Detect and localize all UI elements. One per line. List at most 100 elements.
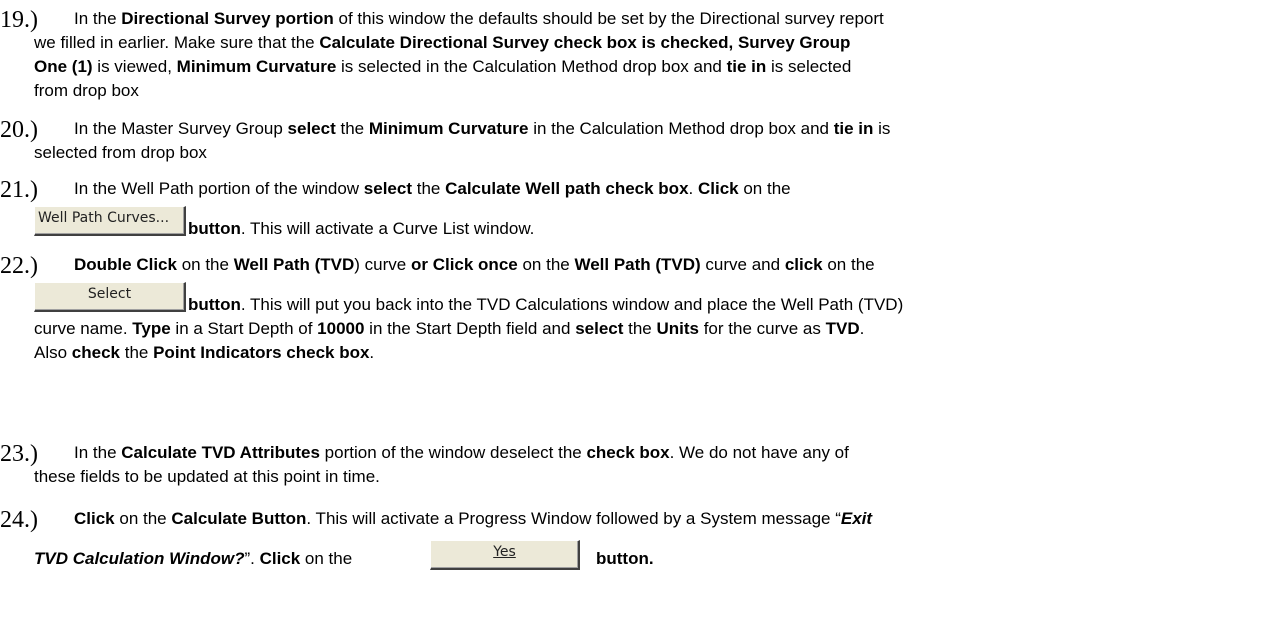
step-line: we filled in earlier. Make sure that the… — [34, 32, 850, 54]
emphasis-text: Calculate TVD Attributes — [121, 443, 320, 462]
body-text: . This will put you back into the TVD Ca… — [240, 295, 904, 314]
body-text: In the Well Path portion of the window — [74, 179, 364, 198]
emphasis-text: Double Click — [74, 255, 177, 274]
emphasis-text: tie in — [833, 119, 874, 138]
emphasis-text: button — [188, 295, 241, 314]
body-text: . This will activate a Curve List window… — [240, 219, 535, 238]
body-text: . — [369, 343, 375, 362]
body-text: In the — [74, 9, 122, 28]
step-line: these fields to be updated at this point… — [34, 466, 380, 488]
emphasis-text: Units — [656, 319, 699, 338]
emphasis-text: select — [363, 179, 412, 198]
body-text: on the — [517, 255, 575, 274]
emphasis-text: check box — [586, 443, 670, 462]
body-text: selected from drop box — [34, 143, 207, 162]
step-number: 21.) — [0, 177, 38, 203]
body-text: Also — [34, 343, 72, 362]
yes-button-label: Yes — [493, 544, 516, 560]
step-number: 19.) — [0, 7, 38, 33]
body-text: on the — [822, 255, 875, 274]
emphasis-text: button — [188, 219, 241, 238]
emphasis-text: Click — [74, 509, 115, 528]
body-text: . — [688, 179, 698, 198]
body-text: the — [335, 119, 369, 138]
body-text: is selected in the Calculation Method dr… — [336, 57, 727, 76]
emphasis-text: check — [71, 343, 120, 362]
emphasis-text: Well Path (TVD — [233, 255, 355, 274]
body-text: ”. — [244, 549, 260, 568]
body-text: ) curve — [354, 255, 411, 274]
body-text: in the Start Depth field and — [364, 319, 576, 338]
body-text: we filled in earlier. Make sure that the — [34, 33, 320, 52]
body-text: these fields to be updated at this point… — [34, 467, 380, 486]
step-line: button. — [596, 548, 654, 570]
body-text: on the — [300, 549, 353, 568]
emphasis-text: button. — [596, 549, 654, 568]
step-line: In the Well Path portion of the window s… — [74, 178, 791, 200]
emphasis-text: Click — [259, 549, 301, 568]
body-text: is selected — [766, 57, 852, 76]
step-line: In the Master Survey Group select the Mi… — [74, 118, 890, 140]
emphasis-text: Click — [697, 179, 739, 198]
body-text: in a Start Depth of — [170, 319, 318, 338]
body-text: from drop box — [34, 81, 139, 100]
emphasis-text: Type — [132, 319, 171, 338]
emphasis-text: click — [784, 255, 823, 274]
body-text: on the — [114, 509, 172, 528]
step-line: In the Calculate TVD Attributes portion … — [74, 442, 849, 464]
yes-button[interactable]: Yes — [430, 540, 580, 570]
body-text: . This will activate a Progress Window f… — [306, 509, 841, 528]
step-line: from drop box — [34, 80, 139, 102]
emphasis-text: tie in — [726, 57, 767, 76]
body-text: In the — [74, 443, 122, 462]
emphasis-text: Calculate Button — [171, 509, 307, 528]
body-text: is viewed, — [92, 57, 177, 76]
step-line: One (1) is viewed, Minimum Curvature is … — [34, 56, 851, 78]
emphasis-text: Calculate Directional Survey check box i… — [319, 33, 851, 52]
emphasis-text: Well Path (TVD) — [574, 255, 701, 274]
emphasis-text: or Click once — [410, 255, 518, 274]
step-line: button. This will activate a Curve List … — [188, 218, 534, 240]
emphasis-text: Exit — [840, 509, 873, 528]
emphasis-text: One (1) — [34, 57, 93, 76]
emphasis-text: TVD Calculation Window? — [34, 549, 245, 568]
step-number: 24.) — [0, 507, 38, 533]
step-line: curve name. Type in a Start Depth of 100… — [34, 318, 864, 340]
emphasis-text: TVD — [825, 319, 860, 338]
emphasis-text: Minimum Curvature — [368, 119, 529, 138]
step-line: Click on the Calculate Button. This will… — [74, 508, 872, 530]
emphasis-text: Minimum Curvature — [176, 57, 337, 76]
step-line: TVD Calculation Window?”. Click on the — [34, 548, 352, 570]
body-text: . We do not have any of — [669, 443, 849, 462]
step-number: 20.) — [0, 117, 38, 143]
emphasis-text: 10000 — [317, 319, 365, 338]
well-path-curves-button[interactable]: Well Path Curves... — [34, 206, 186, 236]
step-line: selected from drop box — [34, 142, 207, 164]
body-text: on the — [176, 255, 234, 274]
body-text: the — [412, 179, 446, 198]
step-line: In the Directional Survey portion of thi… — [74, 8, 884, 30]
emphasis-text: Calculate Well path check box — [445, 179, 689, 198]
body-text: . — [859, 319, 865, 338]
step-line: Also check the Point Indicators check bo… — [34, 342, 374, 364]
step-line: Double Click on the Well Path (TVD) curv… — [74, 254, 875, 276]
body-text: curve name. — [34, 319, 133, 338]
body-text: portion of the window deselect the — [319, 443, 587, 462]
emphasis-text: Directional Survey portion — [121, 9, 334, 28]
step-number: 22.) — [0, 253, 38, 279]
emphasis-text: select — [287, 119, 336, 138]
body-text: is — [873, 119, 891, 138]
body-text: the — [623, 319, 657, 338]
step-number: 23.) — [0, 441, 38, 467]
body-text: In the Master Survey Group — [74, 119, 288, 138]
select-button[interactable]: Select — [34, 282, 186, 312]
body-text: for the curve as — [698, 319, 826, 338]
body-text: of this window the defaults should be se… — [333, 9, 884, 28]
body-text: on the — [738, 179, 791, 198]
emphasis-text: select — [575, 319, 624, 338]
body-text: the — [120, 343, 154, 362]
body-text: curve and — [700, 255, 785, 274]
body-text: in the Calculation Method drop box and — [528, 119, 834, 138]
step-line: button. This will put you back into the … — [188, 294, 903, 316]
emphasis-text: Point Indicators check box — [153, 343, 370, 362]
